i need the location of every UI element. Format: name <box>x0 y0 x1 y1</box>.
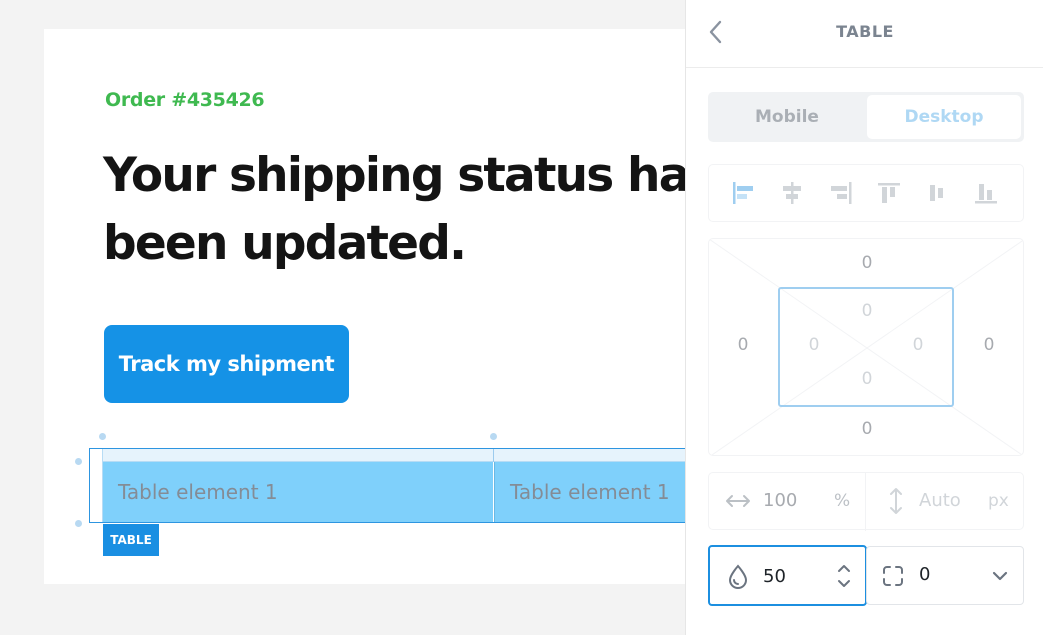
alignment-controls <box>708 164 1024 222</box>
device-toggle[interactable]: Mobile Desktop <box>708 92 1024 142</box>
track-shipment-button[interactable]: Track my shipment <box>104 325 349 403</box>
align-middle-icon[interactable] <box>923 179 951 207</box>
table-cell[interactable]: Table element 1 <box>494 462 685 522</box>
disabled-settings-area: Mobile Desktop 0 0 0 0 0 0 0 0 100 % Aut… <box>686 68 1043 531</box>
margin-bottom-value[interactable]: 0 <box>847 419 887 439</box>
tab-desktop[interactable]: Desktop <box>867 95 1021 139</box>
border-radius-icon <box>881 564 905 592</box>
width-value[interactable]: 100 <box>763 490 797 511</box>
resize-handle-left-top[interactable] <box>75 458 82 465</box>
spacing-editor: 0 0 0 0 0 0 0 0 <box>708 238 1024 456</box>
margin-right-value[interactable]: 0 <box>969 335 1009 355</box>
properties-panel: TABLE Mobile Desktop 0 0 0 0 0 0 0 0 100… <box>685 0 1043 635</box>
column-divider[interactable] <box>493 449 494 462</box>
align-top-icon[interactable] <box>875 179 903 207</box>
editor-canvas: Order #435426 Your shipping status has b… <box>0 0 685 635</box>
opacity-drop-icon <box>727 564 749 594</box>
width-unit[interactable]: % <box>834 491 850 511</box>
column-handle-bar[interactable] <box>90 449 685 462</box>
padding-right-value[interactable]: 0 <box>898 335 938 355</box>
opacity-radius-row: 50 0 <box>708 545 1024 606</box>
chevron-down-icon[interactable] <box>991 568 1009 588</box>
dimension-controls: 100 % Auto px <box>708 472 1024 531</box>
panel-title: TABLE <box>836 22 894 41</box>
border-radius-value[interactable]: 0 <box>919 564 930 585</box>
width-arrows-icon <box>725 490 751 516</box>
resize-handle-left-bottom[interactable] <box>75 520 82 527</box>
table-cell[interactable]: Table element 1 <box>103 462 493 522</box>
stepper-arrows-icon[interactable] <box>836 562 852 594</box>
margin-top-value[interactable]: 0 <box>847 253 887 273</box>
align-right-icon[interactable] <box>827 179 855 207</box>
panel-header: TABLE <box>686 0 1043 68</box>
margin-left-value[interactable]: 0 <box>723 335 763 355</box>
opacity-value[interactable]: 50 <box>763 566 786 587</box>
padding-bottom-value[interactable]: 0 <box>847 369 887 389</box>
padding-top-value[interactable]: 0 <box>847 301 887 321</box>
align-bottom-icon[interactable] <box>972 179 1000 207</box>
divider <box>865 473 866 531</box>
table-corner-handle[interactable] <box>90 449 103 462</box>
row-handle[interactable] <box>90 462 103 522</box>
opacity-input[interactable]: 50 <box>708 545 867 606</box>
order-number: Order #435426 <box>105 89 265 111</box>
resize-handle-top-left[interactable] <box>99 433 106 440</box>
resize-handle-top-mid[interactable] <box>490 433 497 440</box>
align-center-h-icon[interactable] <box>778 179 806 207</box>
border-radius-select[interactable]: 0 <box>866 546 1024 605</box>
height-unit[interactable]: px <box>988 491 1009 511</box>
height-value[interactable]: Auto <box>919 490 961 511</box>
padding-left-value[interactable]: 0 <box>794 335 834 355</box>
table-badge[interactable]: TABLE <box>103 524 159 556</box>
tab-mobile[interactable]: Mobile <box>708 92 866 142</box>
headline: Your shipping status has been updated. <box>103 148 685 271</box>
align-left-icon[interactable] <box>729 179 757 207</box>
height-arrows-icon <box>885 487 907 519</box>
